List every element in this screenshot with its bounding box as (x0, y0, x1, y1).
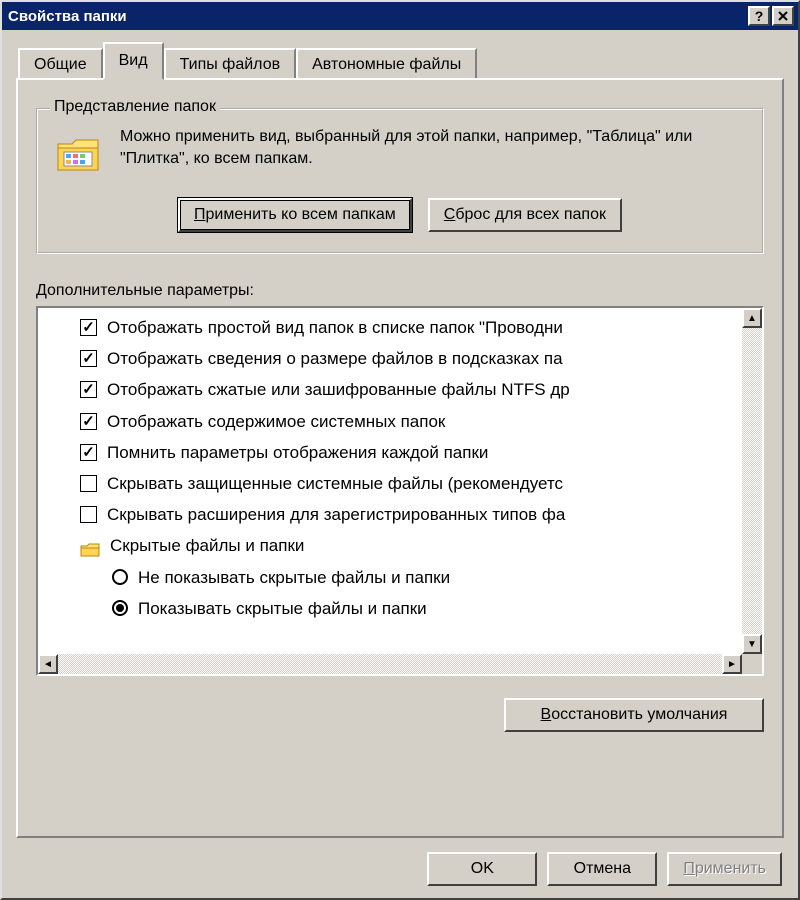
advanced-settings-list[interactable]: ✓ Отображать простой вид папок в списке п… (36, 306, 764, 676)
restore-defaults-button[interactable]: Восстановить умолчания (504, 698, 764, 732)
tab-offline[interactable]: Автономные файлы (296, 48, 477, 80)
list-item-label: Скрывать защищенные системные файлы (рек… (107, 470, 563, 497)
folder-views-icon (54, 130, 102, 178)
folder-views-title: Представление папок (50, 98, 220, 116)
checkbox-icon[interactable]: ✓ (80, 381, 97, 398)
cancel-button[interactable]: Отмена (547, 852, 657, 886)
help-button[interactable]: ? (748, 6, 770, 26)
folder-options-window: Свойства папки ? Общие Вид Типы файлов А… (0, 0, 800, 900)
reset-all-button[interactable]: Сброс для всех папок (428, 198, 622, 232)
tab-panel-view: Представление папок Можно применить вид,… (16, 78, 784, 838)
list-item-label: Отображать простой вид папок в списке па… (107, 314, 563, 341)
checkbox-icon[interactable]: ✓ (80, 444, 97, 461)
ok-button[interactable]: OK (427, 852, 537, 886)
list-item-label: Помнить параметры отображения каждой пап… (107, 439, 488, 466)
list-item[interactable]: ✓ Отображать содержимое системных папок (38, 406, 762, 437)
titlebar-buttons: ? (748, 6, 794, 26)
horizontal-scrollbar[interactable]: ◄ ► (38, 654, 762, 674)
tab-filetypes[interactable]: Типы файлов (164, 48, 297, 80)
list-item[interactable]: Не показывать скрытые файлы и папки (38, 562, 762, 593)
scroll-left-button[interactable]: ◄ (38, 654, 58, 674)
radio-icon[interactable] (112, 600, 128, 616)
scroll-up-button[interactable]: ▲ (742, 308, 762, 328)
tab-general[interactable]: Общие (18, 48, 103, 80)
checkbox-icon[interactable] (80, 506, 97, 523)
scroll-right-button[interactable]: ► (722, 654, 742, 674)
list-item[interactable]: ✓ Отображать сведения о размере файлов в … (38, 343, 762, 374)
checkbox-icon[interactable]: ✓ (80, 413, 97, 430)
list-item-label: Скрытые файлы и папки (110, 532, 304, 559)
tabstrip: Общие Вид Типы файлов Автономные файлы (18, 44, 784, 78)
folder-views-text: Можно применить вид, выбранный для этой … (120, 126, 746, 169)
scroll-corner (742, 654, 762, 674)
apply-to-all-button[interactable]: Применить ко всем папкам (178, 198, 412, 232)
list-item-label: Скрывать расширения для зарегистрированн… (107, 501, 565, 528)
list-item[interactable]: Скрытые файлы и папки (38, 530, 762, 561)
list-item-label: Отображать сведения о размере файлов в п… (107, 345, 563, 372)
radio-icon[interactable] (112, 569, 128, 585)
list-item-label: Показывать скрытые файлы и папки (138, 595, 427, 622)
list-item-label: Отображать содержимое системных папок (107, 408, 445, 435)
advanced-label: Дополнительные параметры: (36, 282, 764, 300)
scroll-track[interactable] (742, 328, 762, 634)
list-item-label: Отображать сжатые или зашифрованные файл… (107, 376, 570, 403)
checkbox-icon[interactable]: ✓ (80, 319, 97, 336)
list-item[interactable]: ✓ Помнить параметры отображения каждой па… (38, 437, 762, 468)
folder-views-group: Представление папок Можно применить вид,… (36, 108, 764, 254)
checkbox-icon[interactable] (80, 475, 97, 492)
checkbox-icon[interactable]: ✓ (80, 350, 97, 367)
client-area: Общие Вид Типы файлов Автономные файлы П… (2, 30, 798, 844)
list-item-label: Не показывать скрытые файлы и папки (138, 564, 450, 591)
list-item[interactable]: Скрывать расширения для зарегистрированн… (38, 499, 762, 530)
list-item[interactable]: ✓ Отображать сжатые или зашифрованные фай… (38, 374, 762, 405)
list-item[interactable]: ✓ Отображать простой вид папок в списке п… (38, 312, 762, 343)
scroll-down-button[interactable]: ▼ (742, 634, 762, 654)
close-icon (777, 10, 789, 22)
vertical-scrollbar[interactable]: ▲ ▼ (742, 308, 762, 654)
close-button[interactable] (772, 6, 794, 26)
scroll-htrack[interactable] (58, 654, 722, 674)
tab-view[interactable]: Вид (103, 42, 164, 80)
list-item[interactable]: Показывать скрытые файлы и папки (38, 593, 762, 624)
folder-icon (80, 538, 100, 554)
dialog-buttons: OK Отмена Применить (427, 852, 782, 886)
list-content: ✓ Отображать простой вид папок в списке п… (38, 308, 762, 674)
titlebar: Свойства папки ? (2, 2, 798, 30)
apply-button[interactable]: Применить (667, 852, 782, 886)
window-title: Свойства папки (8, 8, 127, 25)
list-item[interactable]: Скрывать защищенные системные файлы (рек… (38, 468, 762, 499)
